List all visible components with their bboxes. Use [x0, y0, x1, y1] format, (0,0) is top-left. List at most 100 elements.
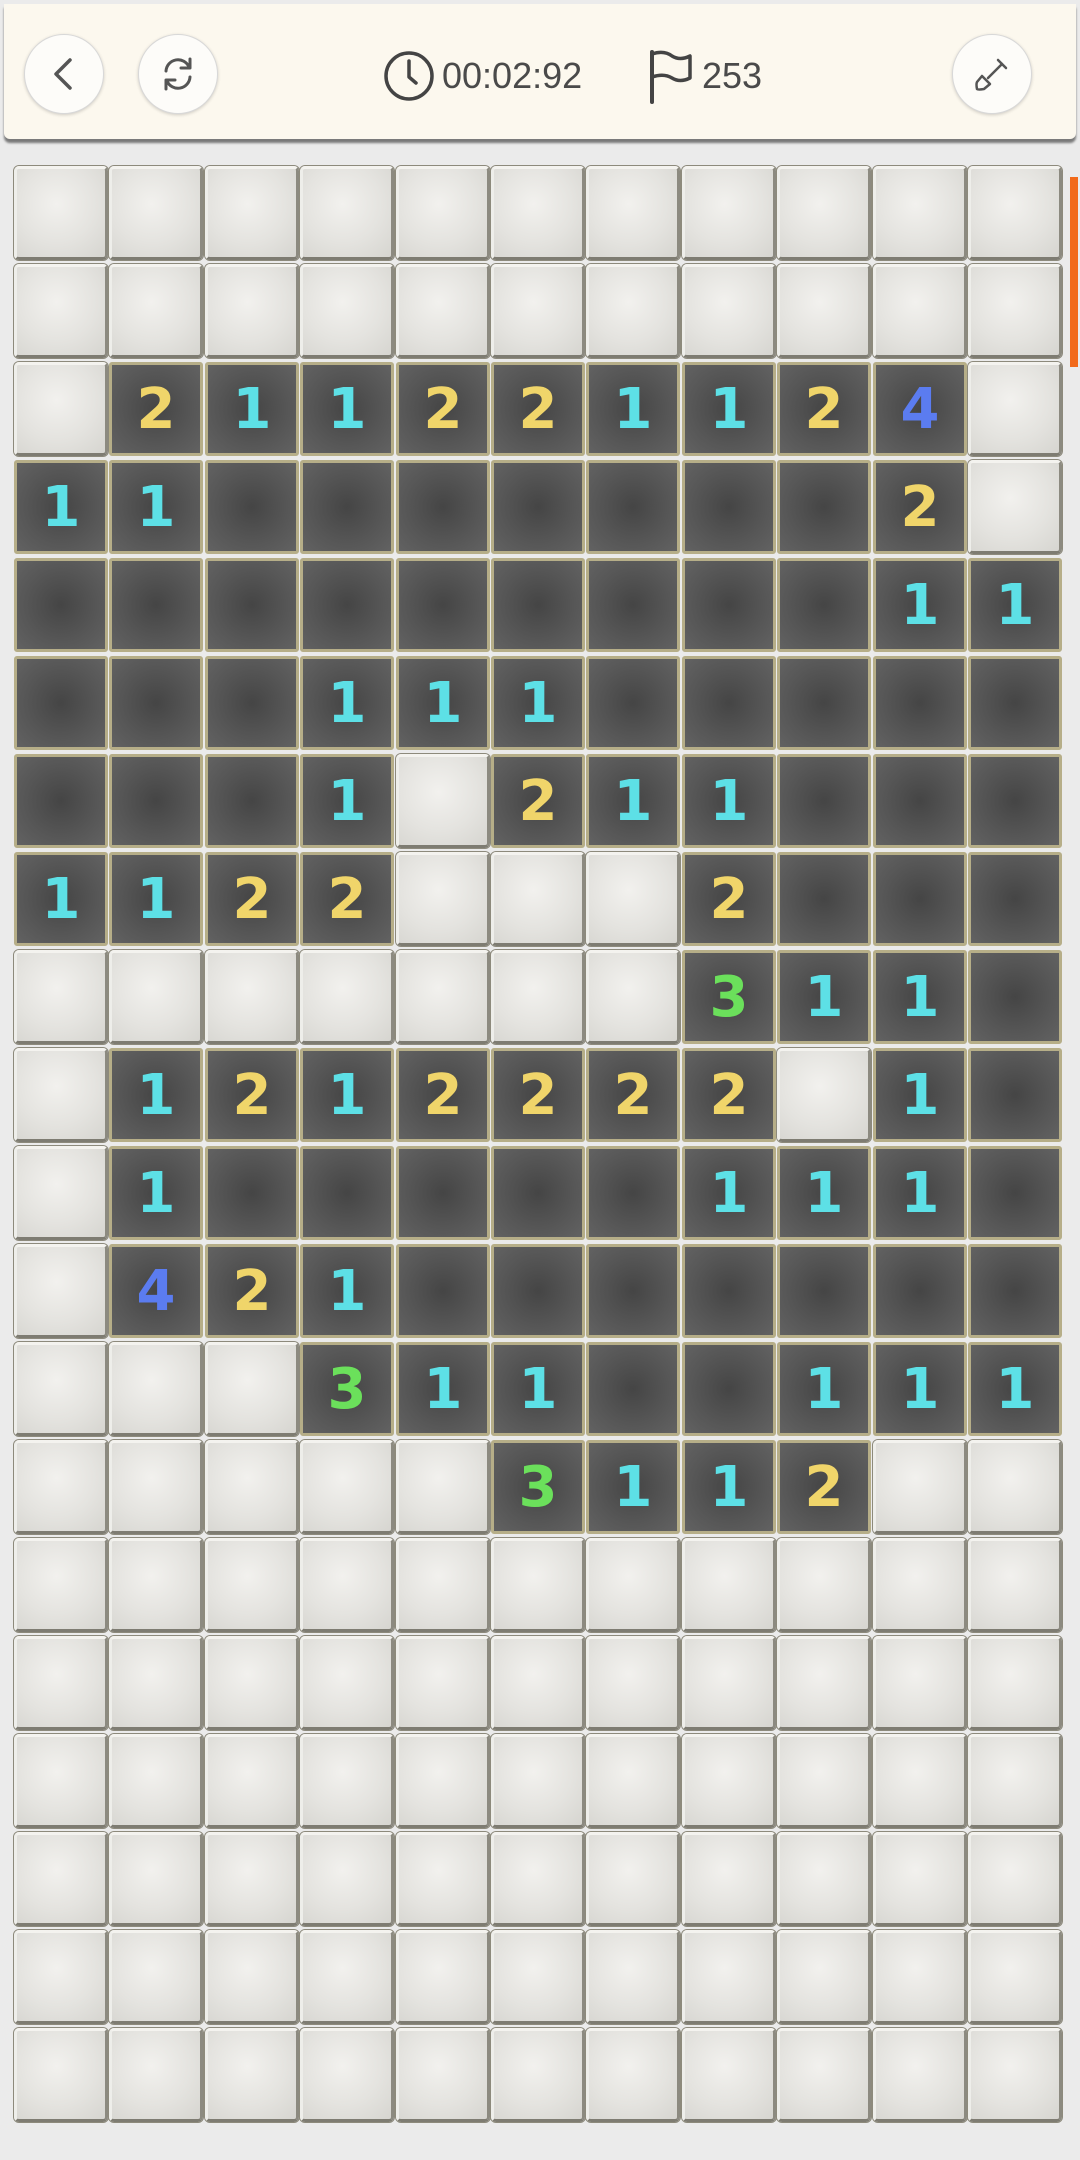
- closed-cell[interactable]: [109, 1538, 203, 1632]
- empty-cell[interactable]: [777, 754, 871, 848]
- empty-cell[interactable]: [396, 1146, 490, 1240]
- closed-cell[interactable]: [873, 1636, 967, 1730]
- closed-cell[interactable]: [682, 2028, 776, 2122]
- closed-cell[interactable]: [396, 1440, 490, 1534]
- empty-cell[interactable]: [205, 754, 299, 848]
- empty-cell[interactable]: [491, 1244, 585, 1338]
- empty-cell[interactable]: [205, 460, 299, 554]
- closed-cell[interactable]: [586, 166, 680, 260]
- empty-cell[interactable]: [491, 460, 585, 554]
- number-cell[interactable]: 1: [873, 1342, 967, 1436]
- empty-cell[interactable]: [968, 950, 1062, 1044]
- closed-cell[interactable]: [205, 1734, 299, 1828]
- closed-cell[interactable]: [14, 166, 108, 260]
- closed-cell[interactable]: [205, 264, 299, 358]
- empty-cell[interactable]: [205, 558, 299, 652]
- closed-cell[interactable]: [109, 166, 203, 260]
- empty-cell[interactable]: [777, 852, 871, 946]
- closed-cell[interactable]: [873, 1734, 967, 1828]
- closed-cell[interactable]: [873, 166, 967, 260]
- restart-button[interactable]: [138, 34, 218, 114]
- number-cell[interactable]: 2: [873, 460, 967, 554]
- empty-cell[interactable]: [586, 1342, 680, 1436]
- empty-cell[interactable]: [682, 656, 776, 750]
- closed-cell[interactable]: [205, 1636, 299, 1730]
- closed-cell[interactable]: [300, 950, 394, 1044]
- closed-cell[interactable]: [682, 166, 776, 260]
- number-cell[interactable]: 2: [777, 1440, 871, 1534]
- closed-cell[interactable]: [777, 1734, 871, 1828]
- closed-cell[interactable]: [682, 1538, 776, 1632]
- closed-cell[interactable]: [300, 1636, 394, 1730]
- closed-cell[interactable]: [491, 1538, 585, 1632]
- number-cell[interactable]: 1: [14, 852, 108, 946]
- closed-cell[interactable]: [14, 1538, 108, 1632]
- number-cell[interactable]: 1: [109, 852, 203, 946]
- closed-cell[interactable]: [586, 2028, 680, 2122]
- number-cell[interactable]: 2: [205, 1048, 299, 1142]
- closed-cell[interactable]: [300, 264, 394, 358]
- closed-cell[interactable]: [777, 1636, 871, 1730]
- closed-cell[interactable]: [968, 1930, 1062, 2024]
- number-cell[interactable]: 1: [396, 1342, 490, 1436]
- closed-cell[interactable]: [205, 950, 299, 1044]
- closed-cell[interactable]: [205, 1342, 299, 1436]
- closed-cell[interactable]: [205, 1832, 299, 1926]
- closed-cell[interactable]: [300, 1440, 394, 1534]
- closed-cell[interactable]: [968, 166, 1062, 260]
- empty-cell[interactable]: [109, 656, 203, 750]
- closed-cell[interactable]: [491, 2028, 585, 2122]
- empty-cell[interactable]: [491, 1146, 585, 1240]
- number-cell[interactable]: 3: [682, 950, 776, 1044]
- empty-cell[interactable]: [968, 1244, 1062, 1338]
- closed-cell[interactable]: [777, 1930, 871, 2024]
- closed-cell[interactable]: [491, 1636, 585, 1730]
- closed-cell[interactable]: [109, 2028, 203, 2122]
- number-cell[interactable]: 2: [777, 362, 871, 456]
- empty-cell[interactable]: [14, 754, 108, 848]
- number-cell[interactable]: 4: [109, 1244, 203, 1338]
- empty-cell[interactable]: [300, 558, 394, 652]
- closed-cell[interactable]: [586, 264, 680, 358]
- number-cell[interactable]: 1: [109, 1048, 203, 1142]
- number-cell[interactable]: 2: [396, 362, 490, 456]
- number-cell[interactable]: 1: [682, 1440, 776, 1534]
- number-cell[interactable]: 1: [396, 656, 490, 750]
- closed-cell[interactable]: [205, 1930, 299, 2024]
- closed-cell[interactable]: [396, 1636, 490, 1730]
- closed-cell[interactable]: [491, 166, 585, 260]
- number-cell[interactable]: 1: [586, 754, 680, 848]
- closed-cell[interactable]: [109, 1636, 203, 1730]
- number-cell[interactable]: 1: [300, 754, 394, 848]
- empty-cell[interactable]: [586, 1146, 680, 1240]
- closed-cell[interactable]: [968, 1440, 1062, 1534]
- number-cell[interactable]: 1: [873, 1146, 967, 1240]
- empty-cell[interactable]: [968, 1146, 1062, 1240]
- closed-cell[interactable]: [109, 1440, 203, 1534]
- closed-cell[interactable]: [14, 362, 108, 456]
- number-cell[interactable]: 1: [14, 460, 108, 554]
- closed-cell[interactable]: [109, 1734, 203, 1828]
- number-cell[interactable]: 1: [777, 1146, 871, 1240]
- empty-cell[interactable]: [777, 558, 871, 652]
- number-cell[interactable]: 1: [873, 1048, 967, 1142]
- closed-cell[interactable]: [491, 950, 585, 1044]
- closed-cell[interactable]: [300, 1832, 394, 1926]
- closed-cell[interactable]: [968, 1636, 1062, 1730]
- empty-cell[interactable]: [396, 1244, 490, 1338]
- closed-cell[interactable]: [682, 1832, 776, 1926]
- closed-cell[interactable]: [396, 1538, 490, 1632]
- closed-cell[interactable]: [491, 852, 585, 946]
- closed-cell[interactable]: [873, 264, 967, 358]
- closed-cell[interactable]: [586, 852, 680, 946]
- closed-cell[interactable]: [14, 1930, 108, 2024]
- closed-cell[interactable]: [396, 754, 490, 848]
- closed-cell[interactable]: [682, 264, 776, 358]
- closed-cell[interactable]: [777, 1048, 871, 1142]
- closed-cell[interactable]: [300, 2028, 394, 2122]
- empty-cell[interactable]: [586, 558, 680, 652]
- number-cell[interactable]: 2: [491, 362, 585, 456]
- closed-cell[interactable]: [586, 1538, 680, 1632]
- closed-cell[interactable]: [777, 1832, 871, 1926]
- closed-cell[interactable]: [586, 950, 680, 1044]
